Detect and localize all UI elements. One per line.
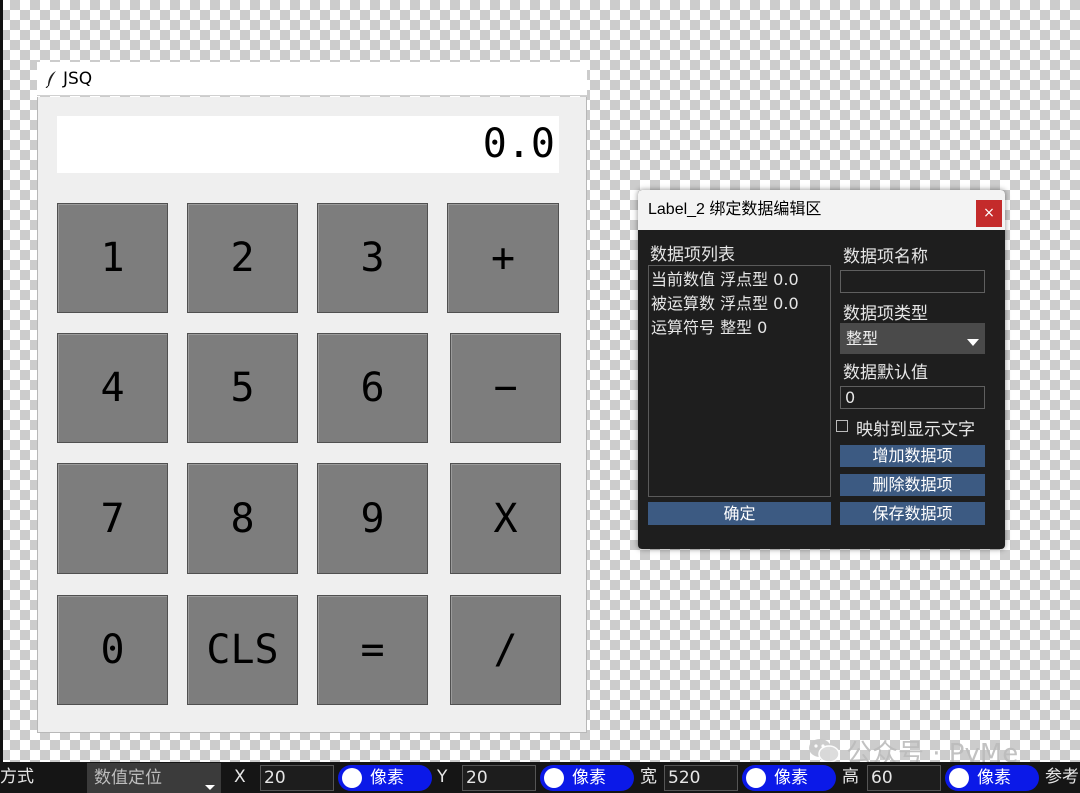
y-input[interactable]: 20 — [462, 765, 536, 791]
key-6[interactable]: 6 — [317, 333, 428, 443]
name-input[interactable] — [840, 270, 985, 293]
feather-icon — [45, 70, 56, 88]
width-label: 宽 — [640, 767, 657, 787]
key-2[interactable]: 2 — [187, 203, 298, 313]
key-5[interactable]: 5 — [187, 333, 298, 443]
reference-label: 参考 — [1045, 767, 1079, 787]
key-8[interactable]: 8 — [187, 463, 298, 574]
calculator-display: 0.0 — [57, 116, 559, 173]
type-select[interactable]: 整型 — [840, 323, 985, 354]
delete-item-button[interactable]: 删除数据项 — [840, 474, 985, 496]
close-button[interactable]: × — [976, 200, 1002, 227]
close-icon: × — [983, 205, 995, 221]
type-label: 数据项类型 — [843, 304, 928, 324]
height-input[interactable]: 60 — [867, 765, 941, 791]
y-label: Y — [437, 767, 448, 787]
calculator-titlebar[interactable]: JSQ — [37, 62, 587, 96]
list-title: 数据项列表 — [650, 245, 735, 265]
width-unit-label: 像素 — [774, 768, 808, 788]
calculator-title: JSQ — [63, 68, 93, 89]
dialog-titlebar[interactable]: Label_2 绑定数据编辑区 — [638, 190, 1005, 230]
x-label: X — [234, 767, 246, 787]
key-multiply[interactable]: X — [450, 463, 561, 574]
positioning-value: 数值定位 — [94, 768, 162, 788]
key-clear[interactable]: CLS — [187, 595, 298, 705]
radio-icon — [949, 768, 969, 788]
radio-icon — [544, 768, 564, 788]
data-item-list[interactable]: 当前数值 浮点型 0.0 被运算数 浮点型 0.0 运算符号 整型 0 — [648, 265, 831, 497]
data-editor-dialog: Label_2 绑定数据编辑区 × 数据项列表 当前数值 浮点型 0.0 被运算… — [638, 190, 1005, 549]
name-label: 数据项名称 — [843, 247, 928, 267]
list-item[interactable]: 当前数值 浮点型 0.0 — [651, 268, 828, 292]
default-label: 数据默认值 — [843, 363, 928, 383]
key-1[interactable]: 1 — [57, 203, 168, 313]
key-4[interactable]: 4 — [57, 333, 168, 443]
width-unit-toggle[interactable]: 像素 — [742, 765, 836, 791]
type-select-value: 整型 — [846, 329, 879, 348]
canvas-edge — [0, 0, 3, 762]
key-plus[interactable]: + — [447, 203, 559, 313]
dropdown-arrow-icon — [967, 339, 979, 346]
list-item[interactable]: 被运算数 浮点型 0.0 — [651, 292, 828, 316]
key-equals[interactable]: = — [317, 595, 428, 705]
calculator-body: 0.0 1 2 3 + 4 5 6 − 7 8 9 X 0 CLS = / — [37, 97, 587, 733]
height-unit-toggle[interactable]: 像素 — [945, 765, 1039, 791]
map-text-checkbox[interactable] — [836, 420, 848, 432]
radio-icon — [342, 768, 362, 788]
x-unit-toggle[interactable]: 像素 — [338, 765, 432, 791]
height-label: 高 — [842, 767, 859, 787]
wechat-icon — [809, 739, 840, 763]
key-0[interactable]: 0 — [57, 595, 168, 705]
key-divide[interactable]: / — [450, 595, 561, 705]
width-input[interactable]: 520 — [664, 765, 738, 791]
default-value-input[interactable]: 0 — [840, 386, 985, 409]
key-7[interactable]: 7 — [57, 463, 168, 574]
dialog-title: Label_2 绑定数据编辑区 — [648, 201, 822, 218]
add-item-button[interactable]: 增加数据项 — [840, 445, 985, 467]
y-unit-toggle[interactable]: 像素 — [540, 765, 634, 791]
y-unit-label: 像素 — [572, 768, 606, 788]
radio-icon — [746, 768, 766, 788]
height-unit-label: 像素 — [977, 768, 1011, 788]
ok-button[interactable]: 确定 — [648, 502, 831, 525]
map-text-label: 映射到显示文字 — [856, 420, 975, 440]
x-input[interactable]: 20 — [260, 765, 334, 791]
dropdown-arrow-icon — [205, 785, 215, 790]
bottom-toolbar: 方式 数值定位 X 20 像素 Y 20 像素 宽 520 像素 高 60 像素… — [0, 762, 1080, 793]
key-9[interactable]: 9 — [317, 463, 428, 574]
calculator-window: JSQ 0.0 1 2 3 + 4 5 6 − 7 8 9 X 0 CLS = … — [37, 62, 587, 733]
save-item-button[interactable]: 保存数据项 — [840, 502, 985, 525]
key-3[interactable]: 3 — [317, 203, 428, 313]
key-minus[interactable]: − — [450, 333, 561, 443]
x-unit-label: 像素 — [370, 768, 404, 788]
positioning-select[interactable]: 数值定位 — [87, 763, 221, 793]
mode-label: 方式 — [0, 767, 34, 787]
list-item[interactable]: 运算符号 整型 0 — [651, 316, 828, 340]
